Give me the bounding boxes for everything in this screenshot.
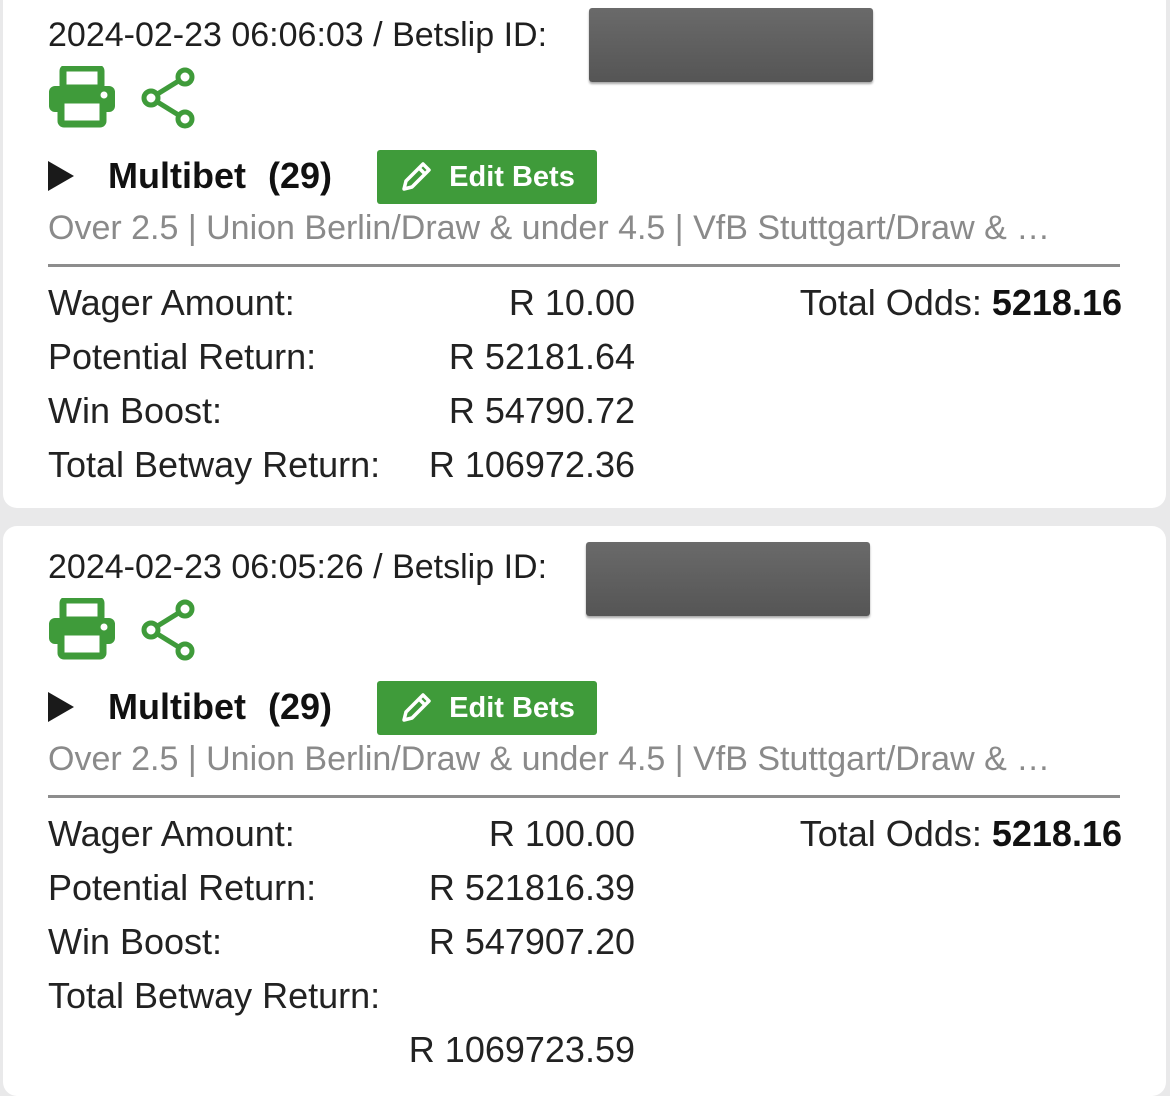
total-return-label: Total Betway Return: [48, 444, 381, 485]
total-return-label: Total Betway Return: [48, 975, 381, 1016]
bet-type: Multibet [108, 686, 246, 727]
share-icon[interactable] [139, 67, 197, 134]
betslip-id-label: Betslip ID: [392, 16, 548, 54]
win-boost-label: Win Boost: [48, 390, 223, 431]
potential-return-value: R 521816.39 [428, 867, 635, 908]
total-return-value: R 106972.36 [428, 444, 635, 485]
multibet-header[interactable]: Multibet (29) [48, 680, 332, 734]
pencil-icon [402, 162, 431, 191]
divider [48, 795, 1120, 798]
meta-separator: / [373, 548, 383, 586]
print-icon[interactable] [47, 596, 117, 665]
redacted-betslip-id [586, 542, 870, 616]
pencil-icon [402, 693, 431, 722]
total-return-value: R 1069723.59 [408, 1029, 635, 1070]
selection-summary: Over 2.5 | Union Berlin/Draw & under 4.5… [48, 740, 1051, 778]
potential-return-label: Potential Return: [48, 336, 317, 377]
win-boost-label: Win Boost: [48, 921, 223, 962]
bet-datetime: 2024-02-23 06:06:03 [48, 16, 364, 54]
bet-meta: 2024-02-23 06:05:26 / Betslip ID: [48, 548, 547, 587]
total-odds: Total Odds: 5218.16 [800, 813, 1122, 855]
multibet-header[interactable]: Multibet (29) [48, 149, 332, 203]
total-odds-label: Total Odds: [799, 813, 982, 854]
win-boost-value: R 547907.20 [428, 921, 635, 962]
print-icon[interactable] [47, 64, 117, 133]
betslip-id-label: Betslip ID: [392, 548, 548, 586]
wager-label: Wager Amount: [48, 282, 295, 323]
edit-bets-button[interactable]: Edit Bets [377, 681, 597, 735]
wager-value: R 10.00 [508, 282, 635, 323]
selection-count: (29) [267, 155, 333, 196]
meta-separator: / [373, 16, 383, 54]
potential-return-label: Potential Return: [48, 867, 317, 908]
total-odds: Total Odds: 5218.16 [800, 282, 1122, 324]
betslip-card: 2024-02-23 06:05:26 / Betslip ID: Multib… [3, 526, 1166, 1096]
edit-bets-label: Edit Bets [449, 160, 575, 193]
wager-label: Wager Amount: [48, 813, 295, 854]
divider [48, 264, 1120, 267]
redacted-betslip-id [589, 8, 873, 82]
betslip-card: 2024-02-23 06:06:03 / Betslip ID: Multib… [3, 0, 1166, 508]
play-icon[interactable] [48, 161, 74, 191]
edit-bets-label: Edit Bets [449, 691, 575, 724]
total-odds-value: 5218.16 [991, 813, 1122, 854]
selection-summary: Over 2.5 | Union Berlin/Draw & under 4.5… [48, 209, 1051, 247]
potential-return-value: R 52181.64 [448, 336, 635, 377]
edit-bets-button[interactable]: Edit Bets [377, 150, 597, 204]
total-odds-value: 5218.16 [991, 282, 1122, 323]
share-icon[interactable] [139, 599, 197, 666]
bet-datetime: 2024-02-23 06:05:26 [48, 548, 364, 586]
bet-meta: 2024-02-23 06:06:03 / Betslip ID: [48, 16, 547, 55]
win-boost-value: R 54790.72 [448, 390, 635, 431]
selection-count: (29) [267, 686, 333, 727]
total-odds-label: Total Odds: [799, 282, 982, 323]
wager-value: R 100.00 [488, 813, 635, 854]
play-icon[interactable] [48, 692, 74, 722]
bet-type: Multibet [108, 155, 246, 196]
